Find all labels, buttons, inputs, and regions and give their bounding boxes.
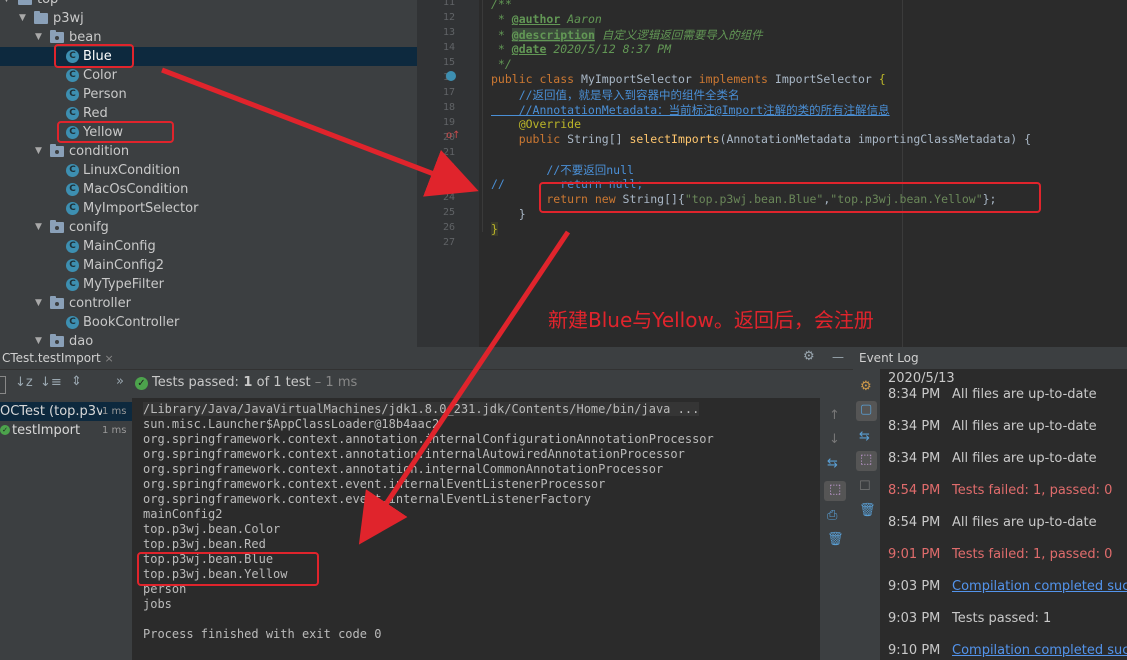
arrow-to-console [358,230,571,545]
annotation-arrows [161,67,571,545]
arrow-to-return [161,67,479,197]
